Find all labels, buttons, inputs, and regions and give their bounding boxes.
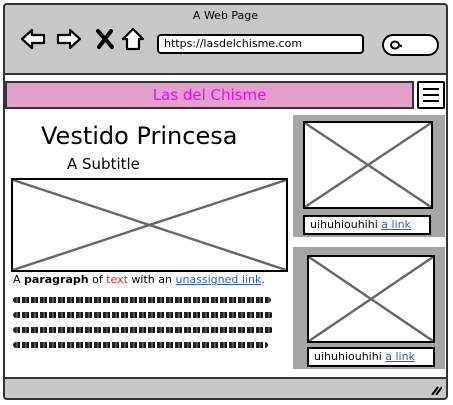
resize-grip-icon[interactable] [430, 385, 442, 395]
close-icon[interactable] [91, 25, 119, 53]
page-subtitle: A Subtitle [67, 155, 140, 173]
sidebar-card: uihuhiouhihi a link [293, 247, 445, 369]
card-caption: uihuhiouhihi a link [307, 347, 435, 367]
card-link[interactable]: a link [381, 218, 411, 231]
card-image-placeholder [303, 121, 433, 209]
card-image-placeholder [307, 255, 435, 343]
body-paragraph: A paragraph of text with an unassigned l… [13, 273, 265, 286]
sidebar-card: uihuhiouhihi a link [293, 115, 445, 237]
search-box[interactable] [382, 34, 439, 56]
address-bar[interactable]: https://lasdelchisme.com [157, 34, 364, 54]
page-content: Las del Chisme Vestido Princesa A Subtit… [5, 73, 446, 379]
hero-image-placeholder [11, 178, 288, 272]
back-arrow-icon[interactable] [19, 25, 47, 53]
browser-window: A Web Page https://lasdelchisme.com Las … [3, 3, 448, 400]
card-link[interactable]: a link [385, 350, 415, 363]
forward-arrow-icon[interactable] [55, 25, 83, 53]
site-header: Las del Chisme [5, 81, 414, 109]
home-icon[interactable] [119, 25, 147, 53]
page-title: Vestido Princesa [41, 122, 238, 150]
hamburger-menu-icon[interactable] [417, 81, 445, 109]
placeholder-text-line [13, 342, 268, 348]
unassigned-link[interactable]: unassigned link [175, 273, 261, 286]
status-bar [5, 379, 446, 398]
window-title: A Web Page [192, 9, 259, 22]
placeholder-text-line [13, 312, 273, 318]
card-caption: uihuhiouhihi a link [303, 215, 431, 235]
placeholder-text-line [13, 327, 273, 333]
search-icon [390, 40, 402, 50]
placeholder-text-line [13, 297, 271, 303]
